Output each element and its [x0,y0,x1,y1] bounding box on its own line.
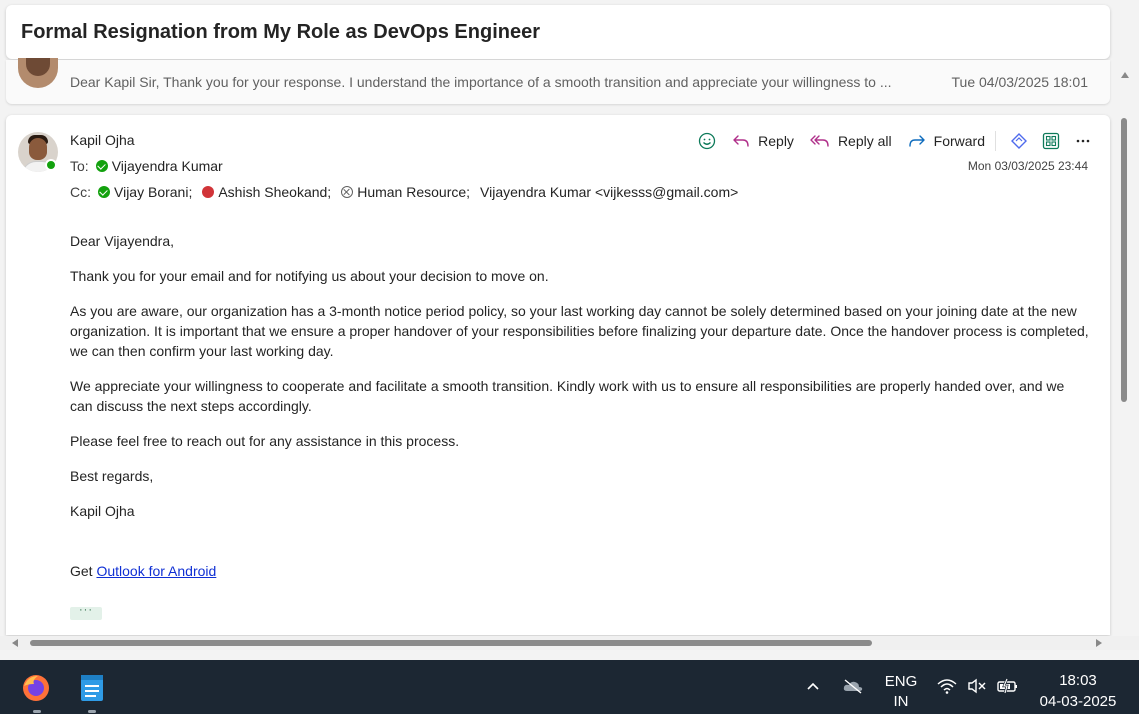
cc-line: Cc: Vijay Borani; Ashish Sheokand; Human… [70,184,748,200]
signature: Kapil Ojha [70,503,135,519]
scroll-left-icon[interactable] [12,639,18,647]
wifi-icon[interactable] [937,678,957,699]
body-paragraph: As you are aware, our organization has a… [70,303,1089,359]
divider [995,131,996,151]
cc-recipient[interactable]: Vijay Borani; [114,184,192,200]
cc-recipient[interactable]: Vijayendra Kumar <vijkesss@gmail.com> [480,184,738,200]
presence-busy-icon [202,186,215,198]
firefox-icon[interactable] [20,672,52,704]
cc-recipient[interactable]: Ashish Sheokand; [218,184,331,200]
message-actions: Reply Reply all Forward [684,129,1092,153]
outlook-android-link[interactable]: Outlook for Android [96,563,216,579]
footer-prefix: Get [70,563,97,579]
message-date: Mon 03/03/2025 23:44 [967,159,1088,173]
reply-label: Reply [758,133,794,149]
language-label: ENG [884,673,918,690]
reply-all-icon [810,135,829,147]
region-label: IN [893,693,909,710]
message-preview: Dear Kapil Sir, Thank you for your respo… [70,74,892,90]
greeting: Dear Vijayendra, [70,233,175,249]
chevron-up-icon[interactable] [805,678,821,699]
collapsed-message[interactable]: Dear Kapil Sir, Thank you for your respo… [6,58,1110,104]
language-indicator[interactable]: ENG IN [880,672,922,712]
cc-label: Cc: [70,184,91,200]
running-indicator [33,710,41,713]
body-paragraph: We appreciate your willingness to cooper… [70,378,1065,414]
email-subject: Formal Resignation from My Role as DevOp… [21,20,541,43]
cc-recipient[interactable]: Human Resource; [357,184,470,200]
message-body: Dear Vijayendra, Thank you for your emai… [70,231,1090,596]
clock-time: 18:03 [1059,672,1097,689]
taskbar: ENG IN 18:03 04-03-2025 [0,660,1139,714]
scroll-right-icon[interactable] [1096,639,1102,647]
presence-unknown-icon [341,186,354,198]
reply-all-button[interactable]: Reply all [810,133,892,149]
avatar [18,58,58,88]
to-line: To: Vijayendra Kumar [70,158,233,174]
presence-available-icon [45,159,57,171]
body-paragraph: Thank you for your email and for notifyi… [70,268,549,284]
sender-name[interactable]: Kapil Ojha [70,132,135,148]
running-indicator [88,710,96,713]
vertical-scrollbar[interactable] [1119,62,1131,634]
volume-muted-icon[interactable] [967,678,987,699]
reply-button[interactable]: Reply [732,133,794,149]
clock[interactable]: 18:03 04-03-2025 [1030,670,1126,712]
reply-all-label: Reply all [837,133,892,149]
to-label: To: [70,158,89,174]
horizontal-scrollbar[interactable] [0,636,1139,650]
reply-icon [733,135,749,147]
show-quoted-text-button[interactable]: ··· [70,605,102,620]
scroll-thumb[interactable] [1121,118,1127,402]
presence-available-icon [95,160,108,172]
onedrive-offline-icon[interactable] [842,678,864,699]
loop-component-icon[interactable] [1010,132,1028,150]
forward-label: Forward [933,133,985,149]
scroll-up-icon[interactable] [1121,72,1129,78]
more-options-icon[interactable] [1074,132,1092,150]
notepad-icon[interactable] [76,672,108,704]
message-date: Tue 04/03/2025 18:01 [951,74,1089,90]
footer-line: Get Outlook for Android [70,561,1090,581]
recipient[interactable]: Vijayendra Kumar [112,158,223,174]
subject-header: Formal Resignation from My Role as DevOp… [6,5,1110,59]
body-paragraph: Please feel free to reach out for any as… [70,433,460,449]
presence-available-icon [98,186,110,198]
clock-date: 04-03-2025 [1039,693,1117,710]
forward-button[interactable]: Forward [908,133,985,149]
apps-icon[interactable] [1042,132,1060,150]
closing: Best regards, [70,468,154,484]
emoji-reaction-icon[interactable] [698,132,716,150]
message-card: Kapil Ojha To: Vijayendra Kumar Cc: Vija… [6,115,1110,635]
battery-charging-icon[interactable] [997,678,1019,699]
forward-icon [908,135,925,147]
scroll-thumb[interactable] [30,640,872,646]
